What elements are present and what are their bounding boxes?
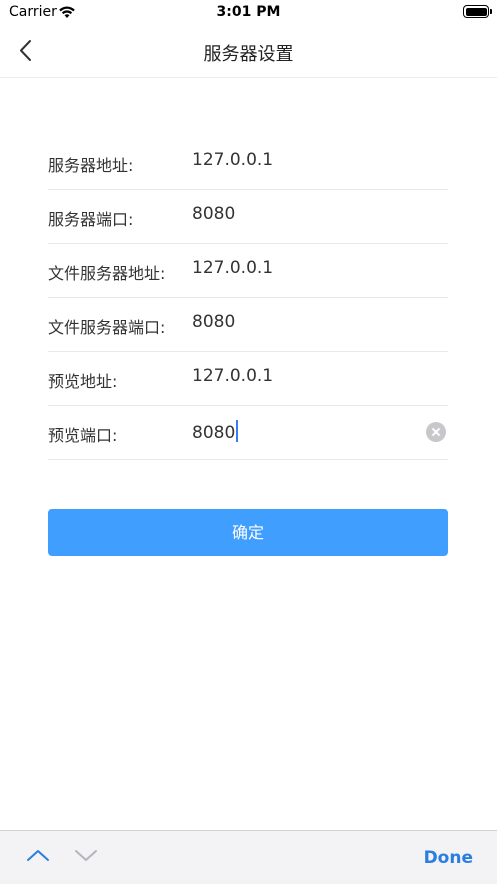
status-bar: Carrier 3:01 PM xyxy=(0,0,497,26)
server-port-label: 服务器端口: xyxy=(48,210,134,229)
preview-port-row: 预览端口: 8080 xyxy=(48,406,448,460)
preview-port-input[interactable]: 8080 xyxy=(192,420,422,443)
keyboard-accessory-bar: Done xyxy=(0,830,497,884)
page-title: 服务器设置 xyxy=(203,44,294,65)
file-server-address-row: 文件服务器地址: xyxy=(48,244,448,298)
chevron-up-icon xyxy=(27,850,49,861)
next-field-button[interactable] xyxy=(74,847,98,867)
file-server-port-label: 文件服务器端口: xyxy=(48,318,166,337)
confirm-button[interactable]: 确定 xyxy=(48,509,448,556)
preview-port-value: 8080 xyxy=(192,423,236,443)
done-button[interactable]: Done xyxy=(424,848,473,868)
previous-field-button[interactable] xyxy=(26,847,50,867)
status-time: 3:01 PM xyxy=(216,4,281,20)
server-address-label: 服务器地址: xyxy=(48,156,134,175)
server-settings-form: 服务器地址: 服务器端口: 文件服务器地址: 文件服务器端口: 预览地址: 预览… xyxy=(48,136,448,460)
file-server-port-input[interactable] xyxy=(192,312,422,332)
preview-port-label: 预览端口: xyxy=(48,426,118,445)
file-server-port-row: 文件服务器端口: xyxy=(48,298,448,352)
server-port-input[interactable] xyxy=(192,204,422,224)
battery-icon xyxy=(463,5,492,18)
preview-address-input[interactable] xyxy=(192,366,422,386)
server-port-row: 服务器端口: xyxy=(48,190,448,244)
file-server-address-label: 文件服务器地址: xyxy=(48,264,166,283)
server-address-input[interactable] xyxy=(192,150,422,170)
clear-icon[interactable] xyxy=(426,422,446,442)
text-cursor xyxy=(236,420,239,442)
file-server-address-input[interactable] xyxy=(192,258,422,278)
navigation-bar: 服务器设置 xyxy=(0,26,497,78)
preview-address-label: 预览地址: xyxy=(48,372,118,391)
chevron-down-icon xyxy=(75,850,97,861)
preview-address-row: 预览地址: xyxy=(48,352,448,406)
server-address-row: 服务器地址: xyxy=(48,136,448,190)
